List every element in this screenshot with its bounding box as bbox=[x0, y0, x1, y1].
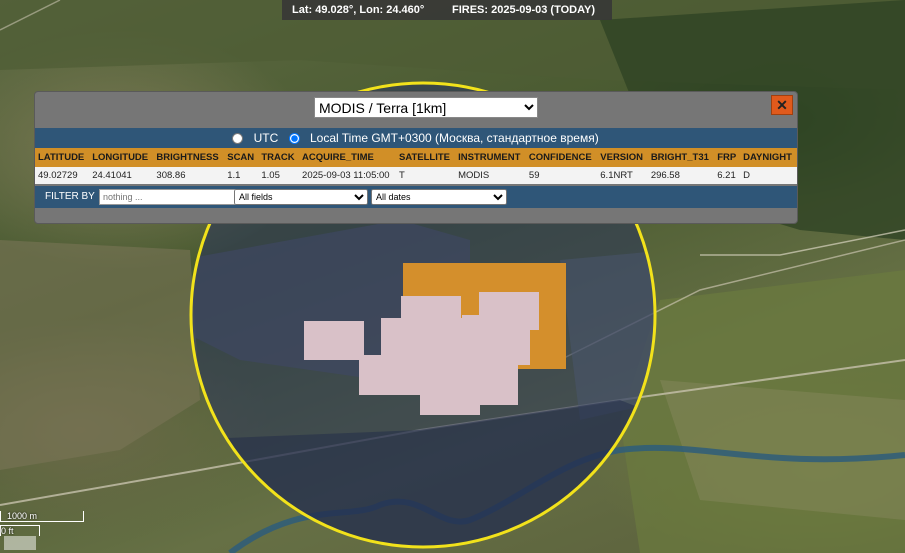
cell-daynight: D bbox=[740, 167, 797, 184]
satellite-map[interactable] bbox=[0, 0, 905, 553]
column-header-acquire-time: ACQUIRE_TIME bbox=[299, 148, 396, 167]
table-row: 49.02729 24.41041 308.86 1.1 1.05 2025-09-03 … bbox=[35, 167, 797, 184]
local-time-label[interactable]: Local Time GMT+0300 (Москва, стандартное… bbox=[310, 131, 599, 145]
cell-scan: 1.1 bbox=[224, 167, 259, 184]
cell-version: 6.1NRT bbox=[597, 167, 648, 184]
filter-date-select[interactable]: All dates bbox=[371, 189, 507, 205]
column-header-satellite: SATELLITE bbox=[396, 148, 456, 167]
scale-metric: 1000 m bbox=[0, 511, 84, 522]
cell-bright-t31: 296.58 bbox=[647, 167, 715, 184]
cell-frp: 6.21 bbox=[714, 167, 741, 184]
close-button[interactable]: ✕ bbox=[771, 95, 793, 115]
column-header-version: VERSION bbox=[597, 148, 648, 167]
table-header-row: LATITUDE LONGITUDE BRIGHTNESS SCAN TRACK ACQU… bbox=[35, 148, 797, 167]
fires-date: FIRES: 2025-09-03 (TODAY) bbox=[452, 4, 596, 16]
map-credit-box bbox=[4, 536, 36, 550]
column-header-scan: SCAN bbox=[224, 148, 259, 167]
cell-confidence: 59 bbox=[525, 167, 598, 184]
column-header-frp: FRP bbox=[714, 148, 741, 167]
local-time-radio[interactable] bbox=[288, 133, 300, 145]
filter-bar: FILTER BY All fields All dates bbox=[35, 186, 797, 208]
utc-radio[interactable] bbox=[232, 133, 244, 145]
fire-attributes-table: LATITUDE LONGITUDE BRIGHTNESS SCAN TRACK ACQU… bbox=[35, 148, 797, 184]
column-header-bright-t31: BRIGHT_T31 bbox=[647, 148, 715, 167]
cell-brightness: 308.86 bbox=[153, 167, 225, 184]
map-imagery bbox=[0, 0, 905, 553]
table-body: 49.02729 24.41041 308.86 1.1 1.05 2025-09-03 … bbox=[35, 167, 797, 184]
utc-label[interactable]: UTC bbox=[254, 131, 279, 145]
filter-text-input[interactable] bbox=[99, 189, 237, 205]
sensor-select[interactable]: MODIS / Terra [1km] bbox=[314, 97, 538, 118]
column-header-latitude: LATITUDE bbox=[35, 148, 90, 167]
scale-imperial: 0 ft bbox=[0, 525, 40, 536]
column-header-daynight: DAYNIGHT bbox=[740, 148, 797, 167]
cursor-coordinates: Lat: 49.028°, Lon: 24.460° bbox=[292, 4, 425, 16]
column-header-instrument: INSTRUMENT bbox=[455, 148, 526, 167]
column-header-track: TRACK bbox=[258, 148, 300, 167]
cell-instrument: MODIS bbox=[455, 167, 526, 184]
filter-label: FILTER BY bbox=[45, 191, 95, 202]
cell-acquire-time: 2025-09-03 11:05:00 bbox=[299, 167, 396, 184]
column-header-confidence: CONFIDENCE bbox=[525, 148, 598, 167]
column-header-brightness: BRIGHTNESS bbox=[153, 148, 225, 167]
cell-satellite: T bbox=[396, 167, 456, 184]
cell-track: 1.05 bbox=[258, 167, 300, 184]
cell-longitude: 24.41041 bbox=[89, 167, 154, 184]
column-header-longitude: LONGITUDE bbox=[89, 148, 154, 167]
map-status-bar: Lat: 49.028°, Lon: 24.460° FIRES: 2025-0… bbox=[282, 0, 612, 20]
filter-field-select[interactable]: All fields bbox=[234, 189, 368, 205]
cell-latitude: 49.02729 bbox=[35, 167, 90, 184]
fire-info-popup: MODIS / Terra [1km] ✕ UTC Local Time GMT… bbox=[34, 91, 798, 224]
timezone-toggle: UTC Local Time GMT+0300 (Москва, стандар… bbox=[35, 128, 797, 148]
scale-bar: 1000 m 0 ft bbox=[0, 511, 86, 537]
town-patch bbox=[0, 240, 200, 470]
